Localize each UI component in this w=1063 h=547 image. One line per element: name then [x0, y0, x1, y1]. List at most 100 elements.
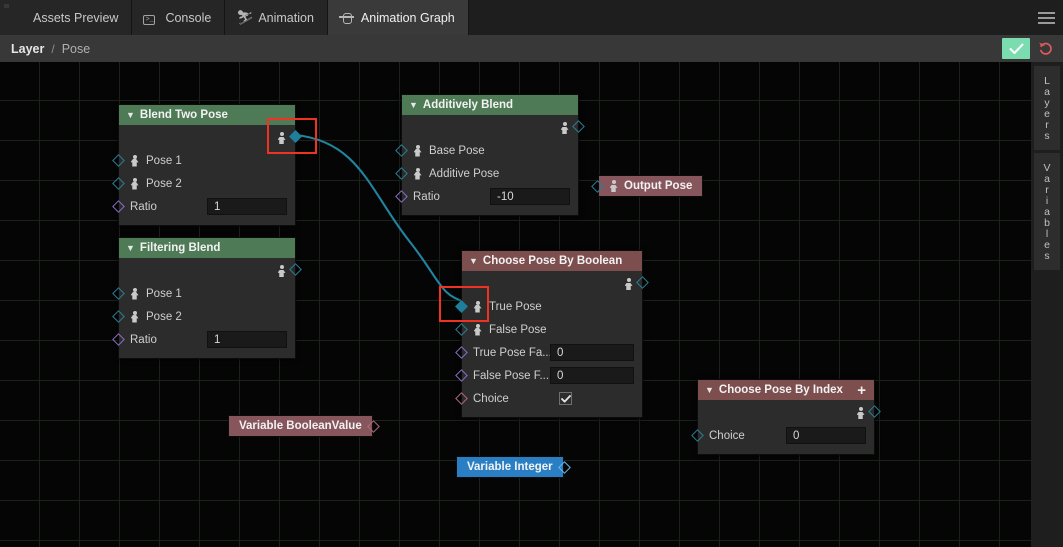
input-pin[interactable]: [591, 180, 604, 193]
false-pose-fade-field[interactable]: 0: [550, 367, 634, 384]
output-pin[interactable]: [366, 420, 380, 433]
row-ratio: Ratio -10: [395, 185, 578, 208]
row-choice: Choice: [455, 387, 642, 410]
add-input-button[interactable]: +: [857, 383, 866, 398]
input-pin[interactable]: [455, 392, 468, 405]
tab-animation[interactable]: ⛷ Animation: [225, 0, 328, 35]
node-header[interactable]: ▼ Choose Pose By Boolean: [462, 251, 642, 271]
row-true-pose: True Pose: [455, 295, 642, 318]
animation-graph-icon: [338, 10, 354, 25]
input-pin[interactable]: [112, 154, 125, 167]
node-header[interactable]: ▼ Additively Blend: [402, 95, 578, 115]
output-pin[interactable]: [636, 276, 649, 289]
node-header[interactable]: ▼ Blend Two Pose: [119, 105, 295, 125]
input-pin[interactable]: [112, 310, 125, 323]
row-ratio: Ratio 1: [112, 195, 295, 218]
input-pin[interactable]: [691, 429, 704, 442]
right-dock: Layers Variables: [1031, 62, 1063, 547]
input-pin[interactable]: [395, 167, 408, 180]
chevron-down-icon[interactable]: ▼: [126, 110, 135, 120]
row-label: Base Pose: [429, 144, 485, 157]
output-pin[interactable]: [557, 461, 571, 474]
pose-icon: [277, 265, 286, 277]
pose-icon: [130, 287, 139, 300]
ratio-field[interactable]: 1: [207, 198, 287, 215]
node-header[interactable]: ▼ Filtering Blend: [119, 238, 295, 258]
apply-button[interactable]: [1002, 38, 1030, 59]
breadcrumb-separator: /: [51, 41, 55, 56]
chevron-down-icon[interactable]: ▼: [469, 256, 478, 266]
pose-icon: [473, 300, 482, 313]
breadcrumb-root[interactable]: Layer: [11, 42, 44, 56]
chevron-down-icon[interactable]: ▼: [409, 100, 418, 110]
input-pin[interactable]: [455, 323, 468, 336]
row-label: Pose 2: [146, 310, 182, 323]
input-pin[interactable]: [395, 190, 408, 203]
input-pin[interactable]: [112, 177, 125, 190]
pose-icon: [609, 180, 618, 192]
input-pin[interactable]: [455, 369, 468, 382]
node-title: Choose Pose By Index: [718, 384, 843, 396]
node-filtering-blend[interactable]: ▼ Filtering Blend Pose 1 Pose 2 Ratio 1: [112, 237, 302, 359]
pose-icon: [277, 132, 286, 144]
row-choice: Choice 0: [691, 424, 874, 447]
output-pin[interactable]: [289, 130, 302, 143]
node-body: Pose 1 Pose 2 Ratio 1: [112, 258, 302, 358]
node-output-row: [698, 402, 881, 424]
row-label: Pose 1: [146, 287, 182, 300]
check-icon: [560, 394, 571, 402]
revert-button[interactable]: [1033, 37, 1058, 60]
output-pin[interactable]: [572, 120, 585, 133]
hamburger-icon[interactable]: [1030, 0, 1063, 35]
dock-tab-variables[interactable]: Variables: [1034, 153, 1060, 270]
input-pin[interactable]: [455, 300, 468, 313]
node-blend-two-pose[interactable]: ▼ Blend Two Pose Pose 1 Pose 2 Ratio 1: [112, 104, 302, 226]
chevron-down-icon[interactable]: ▼: [126, 243, 135, 253]
graph-canvas[interactable]: ▼ Blend Two Pose Pose 1 Pose 2 Ratio 1 ▼…: [0, 62, 1031, 547]
node-output-row: [119, 127, 302, 149]
row-label: Ratio: [413, 190, 440, 203]
input-pin[interactable]: [455, 346, 468, 359]
row-label: False Pose F...: [473, 369, 550, 382]
output-pin[interactable]: [289, 263, 302, 276]
node-output-pose[interactable]: Output Pose: [591, 175, 704, 197]
input-pin[interactable]: [112, 287, 125, 300]
row-label: Choice: [473, 392, 509, 405]
chevron-down-icon[interactable]: ▼: [705, 385, 714, 395]
input-pin[interactable]: [112, 333, 125, 346]
breadcrumb-current[interactable]: Pose: [62, 42, 91, 56]
input-pin[interactable]: [112, 200, 125, 213]
tab-label: Animation Graph: [360, 10, 455, 25]
tab-assets-preview[interactable]: Assets Preview: [0, 0, 133, 35]
choice-field[interactable]: 0: [786, 427, 866, 444]
input-pin[interactable]: [395, 144, 408, 157]
pill-label: Variable BooleanValue: [239, 420, 362, 432]
node-variable-integer[interactable]: Variable Integer: [456, 456, 571, 478]
ratio-field[interactable]: 1: [207, 331, 287, 348]
node-variable-booleanvalue[interactable]: Variable BooleanValue: [228, 415, 380, 437]
row-pose-2: Pose 2: [112, 305, 295, 328]
node-body: Pose 1 Pose 2 Ratio 1: [112, 125, 302, 225]
row-additive-pose: Additive Pose: [395, 162, 578, 185]
node-choose-pose-by-boolean[interactable]: ▼ Choose Pose By Boolean True Pose False…: [455, 250, 649, 418]
output-pin[interactable]: [868, 405, 881, 418]
pose-icon: [130, 310, 139, 323]
dock-tab-layers[interactable]: Layers: [1034, 66, 1060, 150]
row-pose-1: Pose 1: [112, 149, 295, 172]
tab-animation-graph[interactable]: Animation Graph: [327, 0, 469, 35]
choice-checkbox[interactable]: [559, 392, 572, 405]
row-true-pose-fade: True Pose Fa... 0: [455, 341, 642, 364]
node-additively-blend[interactable]: ▼ Additively Blend Base Pose Additive Po…: [395, 94, 585, 216]
animation-icon: ⛷: [236, 9, 255, 25]
row-label: True Pose Fa...: [473, 346, 552, 359]
node-header[interactable]: ▼ Choose Pose By Index +: [698, 380, 874, 400]
pose-icon: [413, 144, 422, 157]
row-label: Ratio: [130, 200, 157, 213]
row-label: True Pose: [489, 300, 542, 313]
node-choose-pose-by-index[interactable]: ▼ Choose Pose By Index + Choice 0: [691, 379, 881, 455]
pose-icon: [624, 278, 633, 290]
tab-console[interactable]: >_ Console: [132, 0, 226, 35]
true-pose-fade-field[interactable]: 0: [550, 344, 634, 361]
pill-label: Output Pose: [624, 180, 693, 192]
ratio-field[interactable]: -10: [490, 188, 570, 205]
